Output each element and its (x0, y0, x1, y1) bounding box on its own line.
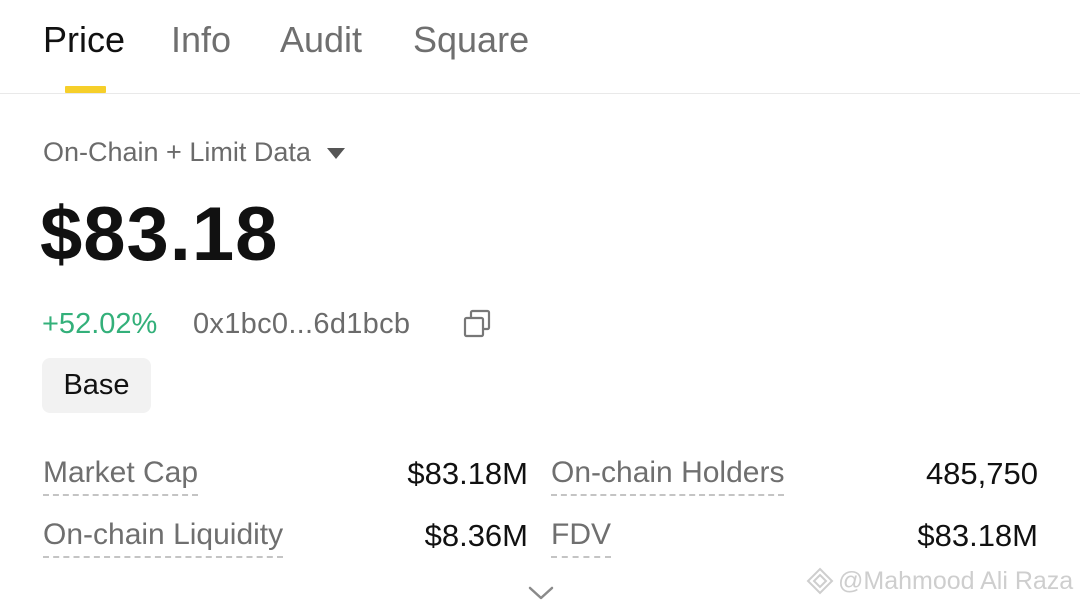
onchain-holders-value: 485,750 (925, 456, 1038, 491)
copy-icon[interactable] (462, 309, 492, 339)
tab-square[interactable]: Square (413, 18, 529, 62)
token-price: $83.18 (40, 192, 279, 277)
fdv-label[interactable]: FDV (551, 518, 611, 558)
onchain-liquidity-label[interactable]: On-chain Liquidity (43, 518, 284, 558)
price-change: +52.02% (42, 308, 158, 340)
market-cap-value: $83.18M (407, 456, 528, 491)
contract-address: 0x1bc0...6d1bcb (193, 308, 411, 340)
data-source-dropdown[interactable]: On-Chain + Limit Data (43, 134, 345, 170)
fdv-value: $83.18M (917, 518, 1038, 553)
onchain-holders-label[interactable]: On-chain Holders (551, 456, 785, 496)
onchain-liquidity-value: $8.36M (424, 518, 528, 553)
data-source-label: On-Chain + Limit Data (43, 137, 311, 167)
tab-bar: Price Info Audit Square (0, 0, 1080, 94)
watermark-text: @Mahmood Ali Raza (838, 567, 1074, 595)
tab-info[interactable]: Info (171, 18, 231, 62)
active-tab-indicator (65, 86, 106, 93)
binance-logo-icon (806, 567, 834, 595)
chain-badge[interactable]: Base (42, 358, 151, 413)
chevron-down-icon[interactable] (527, 584, 555, 602)
tab-audit[interactable]: Audit (280, 18, 362, 62)
market-cap-label[interactable]: Market Cap (43, 456, 199, 496)
watermark: @Mahmood Ali Raza (806, 566, 1073, 596)
caret-down-icon (326, 147, 345, 159)
tab-price[interactable]: Price (43, 18, 125, 62)
